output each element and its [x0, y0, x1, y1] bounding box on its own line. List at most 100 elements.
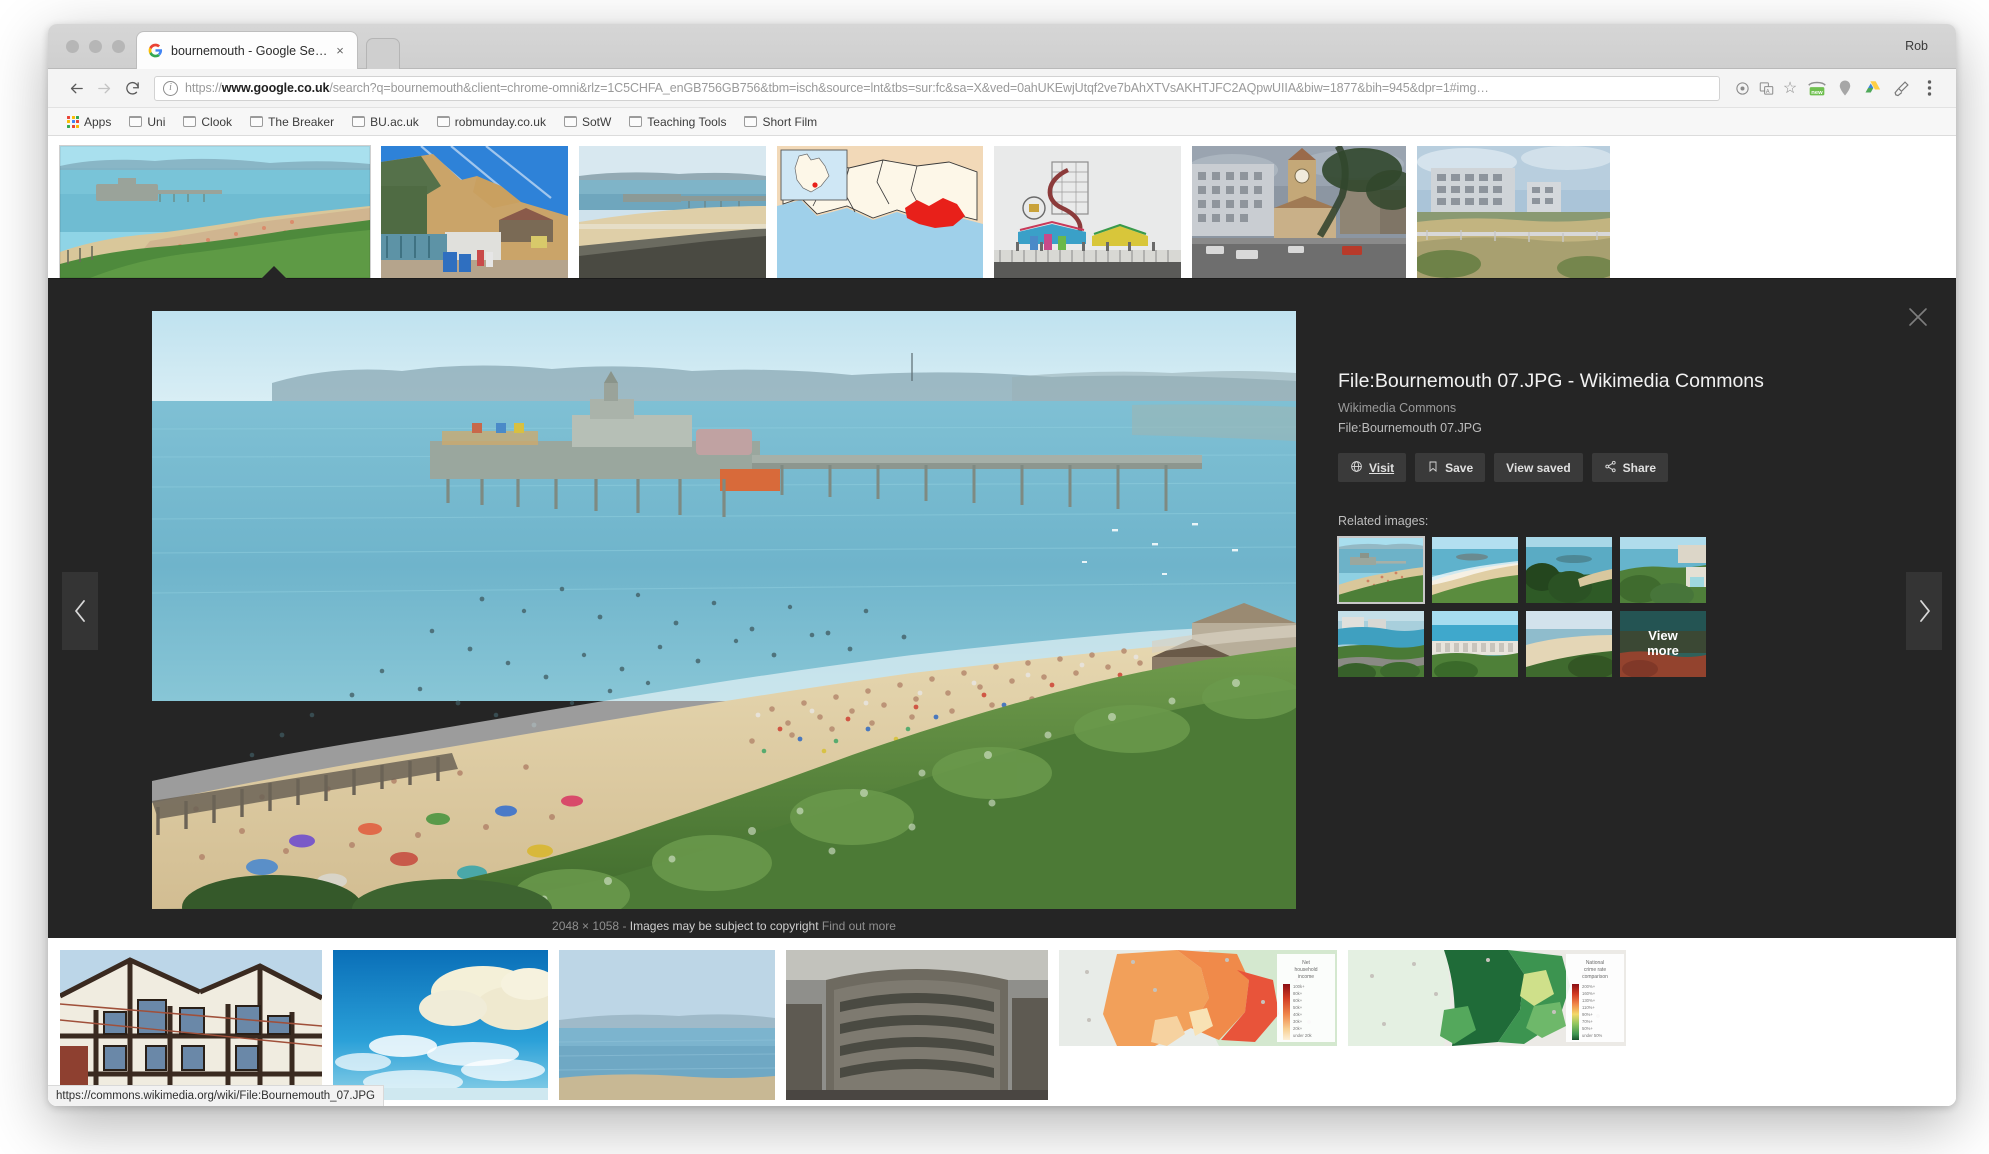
chrome-menu-icon[interactable]: [1916, 75, 1942, 101]
svg-text:Net: Net: [1302, 960, 1310, 966]
result-thumbnail-national-crime-rate-map[interactable]: National crime rate comparison 200%+ 160…: [1348, 950, 1626, 1046]
profile-name-label[interactable]: Rob: [1899, 37, 1934, 55]
svg-text:household: household: [1294, 967, 1317, 973]
result-thumbnail-bournemouth-pier-long-beach[interactable]: [579, 146, 766, 278]
google-favicon-icon: [147, 43, 163, 59]
extension-newsfeed-icon[interactable]: new: [1804, 75, 1830, 101]
folder-icon: [563, 116, 577, 127]
new-tab-button[interactable]: [366, 38, 400, 69]
reload-button[interactable]: [118, 74, 146, 102]
browser-tab-active[interactable]: bournemouth - Google Search ×: [136, 31, 358, 69]
forward-button[interactable]: [90, 74, 118, 102]
bookmark-item-teaching-tools[interactable]: Teaching Tools: [622, 113, 733, 131]
url-text: https://www.google.co.uk/search?q=bourne…: [185, 81, 1489, 95]
bookmark-apps[interactable]: Apps: [60, 113, 118, 131]
visit-button-label: Visit: [1369, 460, 1395, 475]
folder-icon: [629, 116, 643, 127]
site-info-icon[interactable]: i: [163, 80, 178, 96]
share-button[interactable]: Share: [1591, 453, 1669, 483]
result-thumbnail-curved-modern-building[interactable]: [786, 950, 1048, 1100]
window-zoom-button[interactable]: [112, 40, 125, 53]
bookmark-item-clook[interactable]: Clook: [176, 113, 239, 131]
svg-text:under 20k: under 20k: [1293, 1033, 1313, 1038]
result-thumbnail-bournemouth-town-clock-tower[interactable]: [1192, 146, 1406, 278]
google-drive-icon[interactable]: [1860, 75, 1886, 101]
tab-strip: bournemouth - Google Search × Rob: [48, 24, 1956, 69]
result-thumbnail-bournemouth-cliff-chine-cafe[interactable]: [381, 146, 568, 278]
result-thumbnail-blue-sky-clouds[interactable]: [333, 950, 548, 1100]
bookmark-item-bu-ac-uk[interactable]: BU.ac.uk: [345, 113, 426, 131]
bookmark-item-uni[interactable]: Uni: [122, 113, 172, 131]
bookmark-item-the-breaker[interactable]: The Breaker: [243, 113, 341, 131]
extension-pin-icon[interactable]: [1832, 75, 1858, 101]
related-thumbnail-beach-curve-sea[interactable]: [1432, 537, 1518, 604]
image-filename: File:Bournemouth 07.JPG: [1338, 421, 1482, 436]
bookmark-item-robmunday[interactable]: robmunday.co.uk: [430, 113, 553, 131]
result-thumbnail-bournemouth-pier-funfair[interactable]: [994, 146, 1181, 278]
window-traffic-lights: [66, 40, 125, 53]
url-domain: www.google.co.uk: [221, 81, 330, 95]
bookmark-label: Teaching Tools: [647, 114, 727, 129]
related-thumbnail-bournemouth-pier-beach[interactable]: [1337, 536, 1425, 605]
folder-icon: [436, 116, 450, 127]
svg-text:200%+: 200%+: [1582, 984, 1596, 989]
result-thumbnail-dorset-location-map[interactable]: [777, 146, 983, 278]
window-minimize-button[interactable]: [89, 40, 102, 53]
bookmark-item-short-film[interactable]: Short Film: [737, 113, 824, 131]
visit-button[interactable]: Visit: [1338, 453, 1407, 483]
hero-image-bournemouth-beach[interactable]: [152, 311, 1296, 909]
back-button[interactable]: [62, 74, 90, 102]
window-close-button[interactable]: [66, 40, 79, 53]
related-thumbnail-coast-hotel-view[interactable]: [1620, 537, 1706, 604]
svg-text:50%+: 50%+: [1582, 1026, 1593, 1031]
save-button[interactable]: Save: [1415, 453, 1486, 483]
svg-text:comparison: comparison: [1582, 974, 1608, 980]
related-thumbnail-view-more[interactable]: View more: [1620, 611, 1706, 678]
related-thumbnail-clifftop-trees-sea[interactable]: [1526, 537, 1612, 604]
view-saved-button-label: View saved: [1506, 460, 1571, 475]
folder-icon: [744, 116, 758, 127]
eyedropper-icon[interactable]: [1888, 75, 1914, 101]
bookmark-star-icon[interactable]: ☆: [1778, 76, 1802, 100]
desktop-backdrop: bournemouth - Google Search × Rob i http…: [0, 0, 1989, 1154]
svg-text:40k+: 40k+: [1293, 1012, 1303, 1017]
svg-text:A: A: [1765, 88, 1769, 94]
svg-text:60k+: 60k+: [1293, 998, 1303, 1003]
result-thumbnail-bournemouth-pier-beach-aerial[interactable]: [59, 145, 371, 279]
result-thumbnail-sea-horizon-haze[interactable]: [559, 950, 775, 1100]
svg-text:160%+: 160%+: [1582, 991, 1596, 996]
result-thumbnail-bournemouth-clifftop-flats[interactable]: [1417, 146, 1610, 278]
svg-text:100k+: 100k+: [1293, 984, 1305, 989]
related-images-heading: Related images:: [1338, 514, 1429, 529]
viewer-prev-button[interactable]: [62, 572, 98, 650]
translate-icon[interactable]: A: [1754, 76, 1778, 100]
image-result-title[interactable]: File:Bournemouth 07.JPG - Wikimedia Comm…: [1338, 369, 1956, 393]
tab-close-icon[interactable]: ×: [333, 44, 347, 58]
image-results-row-top: [48, 136, 1956, 279]
view-more-overlay: View more: [1620, 611, 1706, 678]
status-bar-url: https://commons.wikimedia.org/wiki/File:…: [48, 1085, 384, 1106]
status-bar-url-text: https://commons.wikimedia.org/wiki/File:…: [56, 1090, 375, 1102]
result-thumbnail-tudor-style-building[interactable]: [60, 950, 322, 1100]
copyright-notice: Images may be subject to copyright: [629, 919, 819, 933]
related-thumbnail-bay-road-view[interactable]: [1338, 611, 1424, 678]
find-out-more-link[interactable]: Find out more: [822, 919, 896, 933]
save-button-label: Save: [1445, 460, 1474, 475]
svg-text:20k+: 20k+: [1293, 1026, 1303, 1031]
view-saved-button[interactable]: View saved: [1494, 453, 1583, 483]
address-bar[interactable]: i https://www.google.co.uk/search?q=bour…: [154, 75, 1720, 101]
bookmark-item-sotw[interactable]: SotW: [557, 113, 618, 131]
image-source-site: Wikimedia Commons: [1338, 401, 1457, 416]
cast-icon[interactable]: [1730, 76, 1754, 100]
related-thumbnail-marina-harbour[interactable]: [1432, 611, 1518, 678]
related-thumbnail-empty-beach-cliff[interactable]: [1526, 611, 1612, 678]
hero-image-container[interactable]: [152, 311, 1296, 909]
svg-text:30k+: 30k+: [1293, 1019, 1303, 1024]
svg-text:50k+: 50k+: [1293, 1005, 1303, 1010]
svg-text:under 50%: under 50%: [1582, 1033, 1603, 1038]
bookmark-label: The Breaker: [268, 114, 335, 129]
browser-tab-title: bournemouth - Google Search: [171, 43, 333, 58]
folder-icon: [129, 116, 143, 127]
result-thumbnail-net-household-income-map[interactable]: Net household income 100k+ 80k+ 60k+ 50k…: [1059, 950, 1337, 1046]
svg-text:90%+: 90%+: [1582, 1012, 1593, 1017]
